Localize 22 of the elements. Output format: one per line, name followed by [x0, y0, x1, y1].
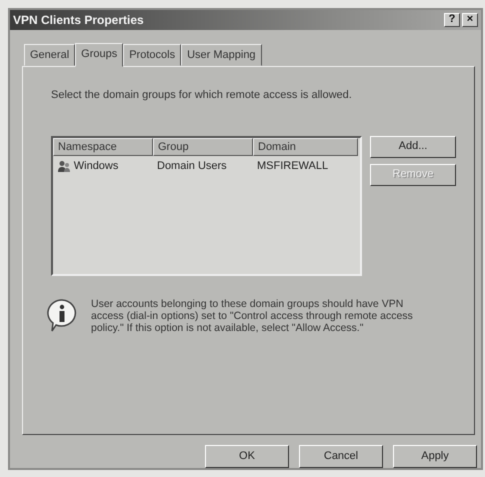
groups-list[interactable]: Namespace Group Domain Windows Domain Users MSFIREWALL [51, 136, 362, 276]
table-cell-text: MSFIREWALL [257, 159, 328, 174]
tab[interactable]: General [24, 44, 76, 66]
column-header[interactable]: Namespace [53, 138, 153, 156]
push-button[interactable]: Add... [370, 136, 456, 158]
tab[interactable]: Protocols [123, 44, 182, 66]
users-icon [57, 160, 71, 173]
instruction-text: Select the domain groups for which remote access is allowed. [51, 88, 353, 104]
close-button[interactable]: × [462, 12, 478, 27]
push-button[interactable]: Cancel [299, 445, 383, 468]
table-cell-text: Windows [74, 159, 118, 174]
column-header[interactable]: Group [153, 138, 253, 156]
help-button[interactable]: ? [444, 12, 460, 27]
push-button[interactable]: OK [205, 445, 289, 468]
info-icon [45, 298, 79, 332]
tab[interactable]: User Mapping [181, 44, 262, 66]
tab[interactable]: Groups [75, 42, 124, 68]
info-text: User accounts belonging to these domain groups should have VPN access (dial-in options) set to "Control access through remote access policy." If this option is not available, select "Allow Access." [91, 298, 414, 334]
column-header[interactable]: Domain [253, 138, 358, 156]
window-title: VPN Clients Properties [13, 12, 145, 29]
table-cell-text: Domain Users [157, 159, 227, 174]
push-button[interactable]: Apply [393, 445, 477, 468]
